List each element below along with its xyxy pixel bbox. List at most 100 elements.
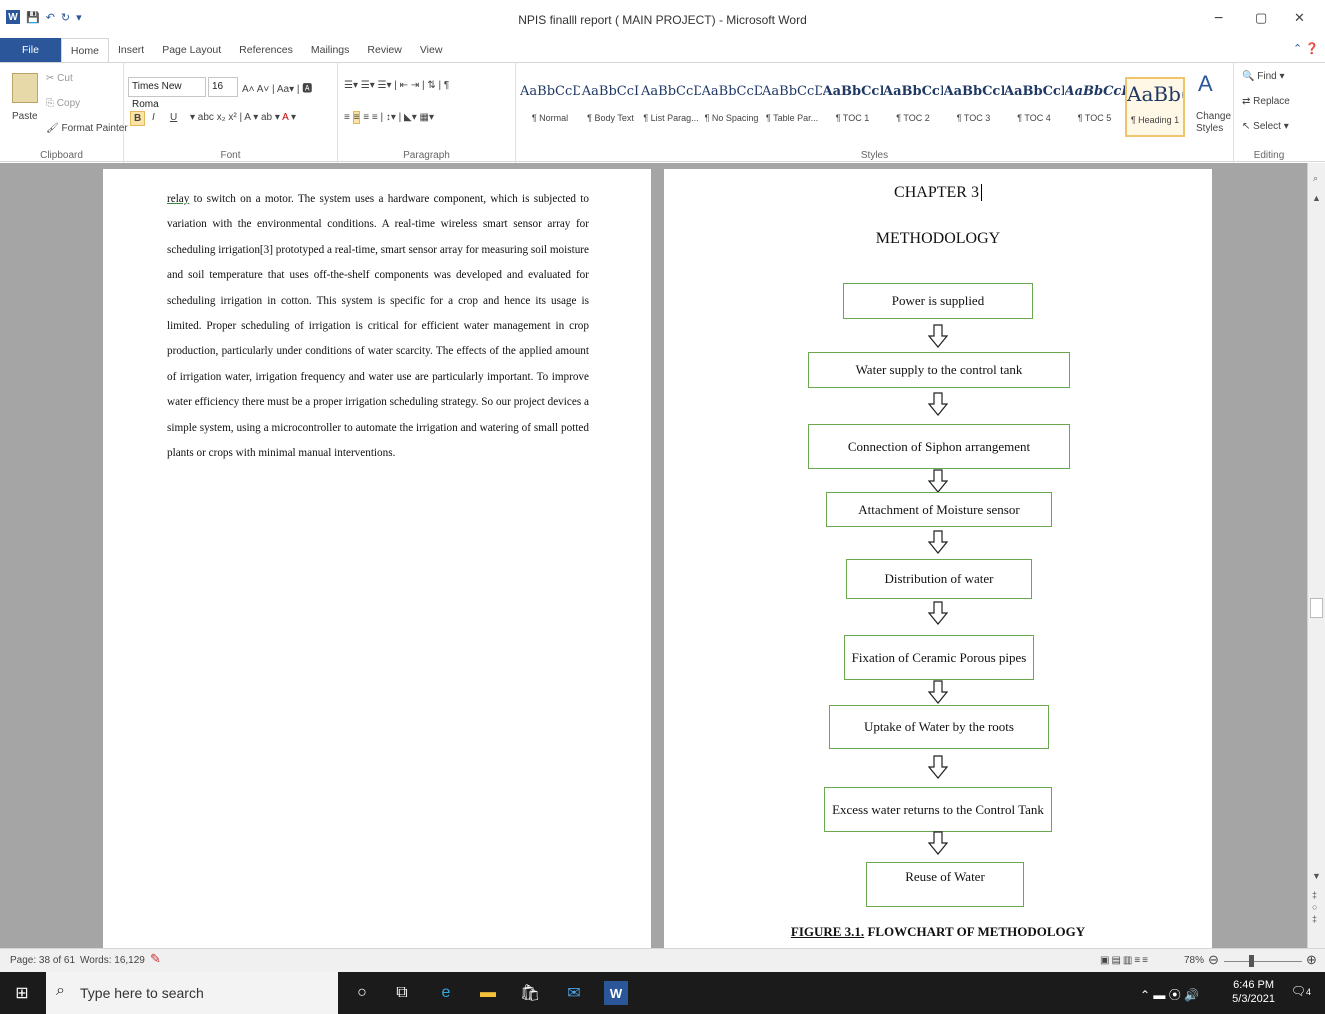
left-page[interactable]: relay to switch on a motor. The system u… <box>103 169 651 949</box>
font-name-box[interactable]: Times New Roma <box>128 77 206 110</box>
zoom-out-icon[interactable]: ⊖ <box>1208 952 1219 968</box>
style-name: ¶ Table Par... <box>765 113 819 123</box>
scroll-up-icon[interactable]: ▲ <box>1312 193 1321 203</box>
style-item[interactable]: AaBbCcD ¶ TOC 5 <box>1065 77 1125 137</box>
zoom-slider[interactable] <box>1224 961 1302 962</box>
style-item[interactable]: AaBbCcI ¶ TOC 4 <box>1004 77 1064 137</box>
style-sample: AaBbCcD <box>701 84 762 99</box>
down-arrow-icon <box>928 324 948 348</box>
bold-button[interactable]: B <box>130 111 146 126</box>
help-icon[interactable]: ⌃ ❓ <box>1293 42 1319 55</box>
style-item[interactable]: AaBbCcI ¶ TOC 3 <box>944 77 1004 137</box>
left-page-paragraph[interactable]: relay to switch on a motor. The system u… <box>167 187 589 466</box>
style-item[interactable]: AaBbCcD ¶ Table Par... <box>762 77 822 137</box>
style-sample: AaBbCcD <box>762 84 822 99</box>
tab-file[interactable]: File <box>0 38 61 62</box>
task-view-icon[interactable]: ⧉ <box>390 981 414 1005</box>
change-styles-icon[interactable]: A <box>1198 71 1213 97</box>
search-placeholder: Type here to search <box>80 985 204 1001</box>
tab-home[interactable]: Home <box>60 37 109 63</box>
section-heading: METHODOLOGY <box>875 230 1001 247</box>
style-item[interactable]: AaBbCcD ¶ No Spacing <box>702 77 762 137</box>
style-item[interactable]: AaBbCcD ¶ Normal <box>520 77 580 137</box>
paragraph-text: to switch on a motor. The system uses a … <box>167 193 589 460</box>
style-item[interactable]: AaBbCcI ¶ TOC 2 <box>883 77 943 137</box>
style-sample: AaBbCcI <box>883 84 943 99</box>
flow-step-9: Reuse of Water <box>866 862 1024 907</box>
maximize-button[interactable]: ▢ <box>1255 10 1267 26</box>
tab-page-layout[interactable]: Page Layout <box>153 38 230 62</box>
figure-caption: FIGURE 3.1. FLOWCHART OF METHODOLOGY <box>790 924 1086 939</box>
paragraph-label: Paragraph <box>403 150 450 161</box>
right-page[interactable]: CHAPTER 3 METHODOLOGY Power is supplied … <box>664 169 1212 949</box>
down-arrow-icon <box>928 755 948 779</box>
alignment-buttons-icon[interactable]: ≡ ≡ ≡ ≡ | ↕▾ | ◣▾ ▦▾ <box>344 111 434 124</box>
flow-step-6: Fixation of Ceramic Porous pipes <box>844 635 1034 680</box>
taskbar-search-box[interactable]: ⌕ Type here to search <box>46 972 338 1014</box>
scroll-thumb[interactable] <box>1310 598 1323 618</box>
vertical-scrollbar[interactable]: ⌕ ▲ ▼ ‡ ○ ‡ <box>1307 163 1325 948</box>
styles-label: Styles <box>860 150 889 161</box>
title-bar: W 💾 ↶ ↻ ▾ NPIS finalll report ( MAIN PRO… <box>0 0 1325 40</box>
paste-button[interactable]: Paste <box>12 111 38 122</box>
style-sample: AaBbCcD <box>1064 84 1125 99</box>
flow-step-8: Excess water returns to the Control Tank <box>824 787 1052 832</box>
flow-step-4: Attachment of Moisture sensor <box>826 492 1052 527</box>
find-button[interactable]: 🔍 Find ▾ <box>1242 71 1285 82</box>
flow-step-3: Connection of Siphon arrangement <box>808 424 1070 469</box>
tab-references[interactable]: References <box>230 38 302 62</box>
style-item[interactable]: AaBbCcD ¶ List Parag... <box>641 77 701 137</box>
minimize-button[interactable]: − <box>1214 10 1223 28</box>
font-grow-shrink-icons[interactable]: A˄ A˅ | Aa▾ | 🅰 <box>242 80 312 95</box>
proofing-icon[interactable]: ✎ <box>150 951 161 967</box>
zoom-level[interactable]: 78% <box>1184 955 1204 966</box>
ribbon: Paste ✂ Cut ⎘ Copy 🖌 Format Painter Clip… <box>0 62 1325 163</box>
down-arrow-icon <box>928 530 948 554</box>
page-count[interactable]: Page: 38 of 61 <box>10 955 75 966</box>
tab-view[interactable]: View <box>411 38 452 62</box>
tab-insert[interactable]: Insert <box>109 38 153 62</box>
close-button[interactable]: ✕ <box>1294 10 1305 26</box>
windows-start-icon[interactable]: ⊞ <box>10 981 34 1005</box>
list-buttons-icon[interactable]: ☰▾ ☰▾ ☰▾ | ⇤ ⇥ | ⇅ | ¶ <box>344 80 449 91</box>
select-button[interactable]: ↖ Select ▾ <box>1242 121 1289 132</box>
font-effects-icons[interactable]: ▾ abc x₂ x² | A ▾ ab ▾ A ▾ <box>190 112 296 123</box>
ruler-toggle-icon[interactable]: ⌕ <box>1313 173 1318 184</box>
tab-review[interactable]: Review <box>358 38 410 62</box>
style-name: ¶ Body Text <box>587 113 634 123</box>
word-taskbar-icon[interactable]: W <box>604 981 628 1005</box>
cut-button[interactable]: ✂ Cut <box>46 73 73 84</box>
edge-icon[interactable]: e <box>434 981 458 1005</box>
underline-button[interactable]: U <box>170 112 177 123</box>
flow-step-1: Power is supplied <box>843 283 1033 319</box>
first-word: relay <box>167 193 190 205</box>
style-item[interactable]: AaBbCcI ¶ TOC 1 <box>823 77 883 137</box>
down-arrow-icon <box>928 601 948 625</box>
copy-button[interactable]: ⎘ Copy <box>46 98 80 109</box>
window-title: NPIS finalll report ( MAIN PROJECT) - Mi… <box>518 13 807 27</box>
notification-icon[interactable]: 🗨4 <box>1291 984 1311 998</box>
cortana-icon[interactable]: ○ <box>350 981 374 1005</box>
tab-mailings[interactable]: Mailings <box>302 38 359 62</box>
italic-button[interactable]: I <box>152 112 155 123</box>
ribbon-tabs: File Home Insert Page Layout References … <box>0 37 1325 63</box>
style-item[interactable]: AaBb(¶ Heading 1 <box>1125 77 1185 137</box>
format-painter-button[interactable]: 🖌 Format Painter <box>46 123 128 134</box>
mail-icon[interactable]: ✉ <box>562 981 586 1005</box>
change-styles-button[interactable]: Change Styles <box>1196 111 1232 135</box>
zoom-slider-thumb[interactable] <box>1249 955 1254 967</box>
word-count[interactable]: Words: 16,129 <box>80 955 145 966</box>
style-item[interactable]: AaBbCcI ¶ Body Text <box>581 77 641 137</box>
file-explorer-icon[interactable]: ▬ <box>476 981 500 1005</box>
browse-object-icons[interactable]: ‡ ○ ‡ <box>1312 889 1317 925</box>
paste-icon[interactable] <box>12 73 38 103</box>
replace-button[interactable]: ⇄ Replace <box>1242 96 1290 107</box>
scroll-down-icon[interactable]: ▼ <box>1312 871 1321 881</box>
font-size-box[interactable]: 16 <box>208 77 238 97</box>
clock[interactable]: 6:46 PM 5/3/2021 <box>1232 978 1275 1006</box>
view-buttons-icon[interactable]: ▣▤▥≡≡ <box>1100 955 1150 966</box>
style-sample: AaBbCcD <box>641 84 701 99</box>
system-tray-icons[interactable]: ⌃ ▬ ⦿ 🔊 <box>1140 986 1199 1003</box>
zoom-in-icon[interactable]: ⊕ <box>1306 952 1317 968</box>
store-icon[interactable]: 🛍 <box>518 981 542 1005</box>
